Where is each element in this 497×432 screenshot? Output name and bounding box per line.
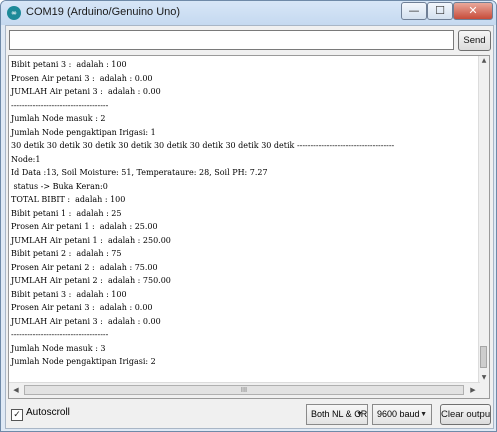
serial-output-area[interactable]: Bibit petani 3 : adalah : 100 Prosen Air … [8,55,490,399]
serial-output-line: Node:1 [11,154,41,164]
baud-rate-value: 9600 baud [377,409,420,419]
serial-output-line: JUMLAH Air petani 2 : adalah : 750.00 [11,276,171,285]
serial-output-line: Prosen Air petani 3 : adalah : 0.00 [11,73,153,83]
scrollbar-corner [479,383,489,398]
scroll-up-arrow-icon[interactable]: ▲ [479,56,489,66]
bottom-toolbar: ✓ Autoscroll Both NL & CR ▼ 9600 baud ▼ C… [6,400,493,428]
minimize-button[interactable]: — [401,2,427,20]
serial-output-line: ------------------------------------ [11,100,109,110]
serial-output-line: 30 detik 30 detik 30 detik 30 detik 30 d… [11,141,395,150]
serial-output-text: Bibit petani 3 : adalah : 100 Prosen Air … [9,56,480,383]
serial-output-line: JUMLAH Air petani 3 : adalah : 0.00 [11,316,161,326]
line-ending-select[interactable]: Both NL & CR ▼ [306,404,368,425]
chevron-down-icon: ▼ [356,411,363,418]
serial-output-line: Jumlah Node pengaktipan Irigasi: 1 [11,127,156,137]
serial-output-line: Jumlah Node masuk : 2 [11,114,106,123]
send-input[interactable] [9,30,454,50]
baud-rate-select[interactable]: 9600 baud ▼ [372,404,432,425]
title-bar[interactable]: ∞ COM19 (Arduino/Genuino Uno) — ☐ ✕ [1,1,496,25]
autoscroll-label: Autoscroll [26,407,70,418]
window-title: COM19 (Arduino/Genuino Uno) [26,6,181,18]
serial-output-line: Jumlah Node pengaktipan Irigasi: 2 [11,357,156,366]
serial-monitor-window: ∞ COM19 (Arduino/Genuino Uno) — ☐ ✕ Send… [0,0,497,432]
serial-output-line: Jumlah Node masuk : 3 [11,343,106,353]
autoscroll-toggle[interactable]: ✓ Autoscroll [11,407,70,421]
serial-output-line: ------------------------------------ [11,330,109,339]
serial-output-line: Prosen Air petani 3 : adalah : 0.00 [11,303,153,312]
send-row: Send [6,26,493,56]
serial-monitor-body: Send Bibit petani 3 : adalah : 100 Prosen… [5,25,494,429]
scroll-down-arrow-icon[interactable]: ▼ [479,373,489,383]
serial-output-line: JUMLAH Air petani 3 : adalah : 0.00 [11,87,161,96]
scroll-left-arrow-icon[interactable]: ◀ [9,383,23,398]
clear-output-button[interactable]: Clear output [440,404,491,425]
serial-output-line: Bibit petani 2 : adalah : 75 [11,249,122,258]
autoscroll-checkbox[interactable]: ✓ [11,409,23,421]
arduino-logo-icon: ∞ [7,6,21,20]
vertical-scrollbar[interactable]: ▲ ▼ [478,56,489,383]
serial-output-line: Prosen Air petani 1 : adalah : 25.00 [11,222,158,231]
send-button[interactable]: Send [458,30,491,51]
serial-output-line: JUMLAH Air petani 1 : adalah : 250.00 [11,235,171,245]
vertical-scroll-thumb[interactable] [480,346,487,368]
serial-output-line: Bibit petani 3 : adalah : 100 [11,60,127,69]
close-button[interactable]: ✕ [453,2,493,20]
maximize-button[interactable]: ☐ [427,2,453,20]
horizontal-scroll-thumb[interactable]: III [24,385,464,395]
chevron-down-icon: ▼ [420,411,427,418]
serial-output-line: Id Data :13, Soil Moisture: 51, Temperat… [11,168,268,177]
serial-output-line: status -> Buka Keran:0 [11,181,108,191]
horizontal-scrollbar[interactable]: ◀ III ▶ [9,382,480,398]
serial-output-line: Prosen Air petani 2 : adalah : 75.00 [11,262,158,272]
scroll-right-arrow-icon[interactable]: ▶ [466,383,480,398]
serial-output-line: Bibit petani 3 : adalah : 100 [11,289,127,299]
serial-output-line: Bibit petani 1 : adalah : 25 [11,208,122,218]
serial-output-line: TOTAL BIBIT : adalah : 100 [11,195,126,204]
